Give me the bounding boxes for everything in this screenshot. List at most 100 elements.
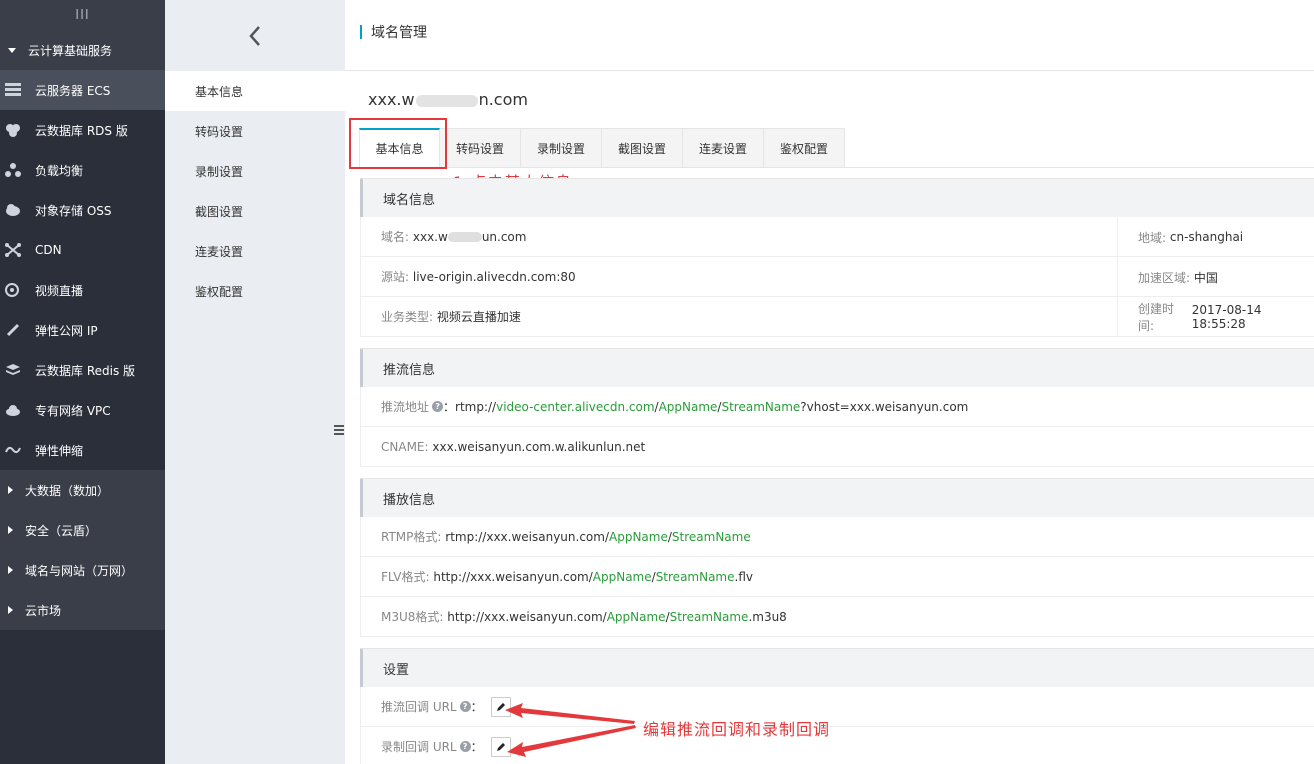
- flv-label: FLV格式:: [381, 570, 430, 584]
- page-header: 域名管理: [345, 0, 1314, 71]
- sidebar-item-cdn[interactable]: CDN: [0, 230, 165, 270]
- sidebar-item-label: 对象存储 OSS: [35, 203, 112, 218]
- m3u8-prefix: http://xxx.weisanyun.com/: [447, 609, 607, 624]
- sidebar-group-label: 大数据（数加）: [25, 483, 110, 498]
- sidebar-group-label: 域名与网站（万网）: [25, 563, 134, 578]
- rtmp-label: RTMP格式:: [381, 530, 442, 544]
- cname-label: CNAME:: [381, 439, 429, 454]
- sidebar-group-market[interactable]: 云市场: [0, 590, 165, 630]
- biz-type-value: 视频云直播加速: [436, 310, 521, 324]
- sidebar-item-label: 弹性伸缩: [35, 443, 84, 458]
- sidebar-item-slb[interactable]: 负载均衡: [0, 150, 165, 190]
- subnav-item-record[interactable]: 录制设置: [165, 151, 345, 191]
- subnav-item-snapshot[interactable]: 截图设置: [165, 191, 345, 231]
- sidebar-item-label: 云数据库 RDS 版: [35, 123, 128, 138]
- caret-right-icon: [8, 566, 13, 574]
- info-row: 源站: live-origin.alivecdn.com:80 加速区域: 中国: [360, 257, 1314, 297]
- tab-snapshot[interactable]: 截图设置: [602, 128, 683, 168]
- network-icon: [4, 242, 22, 258]
- edit-push-callback-button[interactable]: [490, 696, 511, 717]
- sidebar-item-ess[interactable]: 弹性伸缩: [0, 430, 165, 470]
- sidebar-group-security[interactable]: 安全（云盾）: [0, 510, 165, 550]
- play-info-panel: 播放信息 RTMP格式: rtmp://xxx.weisanyun.com/Ap…: [360, 478, 1314, 637]
- m3u8-stream-name: StreamName: [669, 609, 749, 624]
- sidebar-group-label: 云市场: [25, 603, 62, 618]
- sidebar-group-cloud-basic[interactable]: 云计算基础服务: [0, 30, 165, 70]
- sidebar-item-label: 弹性公网 IP: [35, 323, 98, 338]
- info-row: CNAME: xxx.weisanyun.com.w.alikunlun.net: [360, 427, 1314, 467]
- info-row: 推流地址? ：rtmp://video-center.alivecdn.com / A…: [360, 387, 1314, 427]
- push-info-panel: 推流信息 推流地址? ：rtmp://video-center.alivecdn.…: [360, 348, 1314, 467]
- sidebar-items: 云服务器 ECS 云数据库 RDS 版 负载均衡 对象存储 OSS CDN 视频…: [0, 70, 165, 470]
- cloud-icon: [4, 202, 22, 218]
- domain-label: 域名:: [381, 230, 410, 244]
- sidebar-item-label: 负载均衡: [35, 163, 84, 178]
- back-button[interactable]: [165, 0, 345, 71]
- page-title: 域名管理: [371, 25, 427, 41]
- domain-info-panel: 域名信息 域名: xxx.w un.com 地域: cn-shanghai 源站:…: [360, 178, 1314, 337]
- help-icon[interactable]: ?: [459, 741, 471, 752]
- annotation-step-2: 编辑推流回调和录制回调: [643, 720, 831, 739]
- sidebar-item-vpc[interactable]: 专有网络 VPC: [0, 390, 165, 430]
- settings-row: 推流回调 URL?：: [360, 687, 1314, 727]
- tab-record[interactable]: 录制设置: [521, 128, 602, 168]
- sidebar-item-label: 云服务器 ECS: [35, 83, 111, 98]
- rtmp-app-name: AppName: [609, 529, 668, 544]
- created-value: 2017-08-14 18:55:28: [1191, 303, 1262, 331]
- panel-heading: 推流信息: [360, 349, 1314, 387]
- tab-auth[interactable]: 鉴权配置: [764, 128, 845, 168]
- m3u8-ext: .m3u8: [748, 609, 787, 624]
- sidebar-item-oss[interactable]: 对象存储 OSS: [0, 190, 165, 230]
- tab-transcode[interactable]: 转码设置: [440, 128, 521, 168]
- tab-mic[interactable]: 连麦设置: [683, 128, 764, 168]
- created-cell: 创建时间: 2017-08-14 18:55:28: [1117, 297, 1314, 337]
- info-row: M3U8格式: http://xxx.weisanyun.com/AppName…: [360, 597, 1314, 637]
- push-stream-name: StreamName: [721, 399, 801, 414]
- help-icon[interactable]: ?: [432, 401, 444, 412]
- push-callback-label: 推流回调 URL: [381, 700, 457, 714]
- subnav-collapse-handle[interactable]: [332, 410, 346, 450]
- sidebar-item-redis[interactable]: 云数据库 Redis 版: [0, 350, 165, 390]
- database-icon: [4, 122, 22, 138]
- edit-record-callback-button[interactable]: [490, 736, 511, 757]
- main-sidebar: III 云计算基础服务 云服务器 ECS 云数据库 RDS 版 负载均衡 对象存…: [0, 0, 165, 764]
- subnav-item-basic-info[interactable]: 基本信息: [165, 71, 345, 111]
- created-label: 创建时间:: [1138, 302, 1175, 333]
- info-row: FLV格式: http://xxx.weisanyun.com/AppName /…: [360, 557, 1314, 597]
- sidebar-item-rds[interactable]: 云数据库 RDS 版: [0, 110, 165, 150]
- sidebar-item-eip[interactable]: 弹性公网 IP: [0, 310, 165, 350]
- region-cell: 地域: cn-shanghai: [1117, 217, 1243, 257]
- sidebar-item-live[interactable]: 视频直播: [0, 270, 165, 310]
- link-icon: [4, 322, 22, 338]
- sidebar-item-ecs[interactable]: 云服务器 ECS: [0, 70, 165, 110]
- annotation-highlight-box: [349, 118, 447, 169]
- sidebar-item-label: 专有网络 VPC: [35, 403, 111, 418]
- panel-heading: 播放信息: [360, 479, 1314, 517]
- colon: ：: [470, 740, 483, 754]
- flv-stream-name: StreamName: [655, 569, 735, 584]
- balance-icon: [4, 162, 22, 178]
- vpc-icon: [4, 402, 22, 418]
- subnav-item-auth[interactable]: 鉴权配置: [165, 271, 345, 311]
- sidebar-item-label: 视频直播: [35, 283, 84, 298]
- grip-icon: III: [75, 7, 90, 23]
- sidebar-collapse-toggle[interactable]: III: [0, 0, 165, 30]
- accel-value: 中国: [1193, 270, 1218, 285]
- subnav-item-mic[interactable]: 连麦设置: [165, 231, 345, 271]
- sidebar-group-label: 安全（云盾）: [25, 523, 98, 538]
- sidebar-group-bigdata[interactable]: 大数据（数加）: [0, 470, 165, 510]
- help-icon[interactable]: ?: [459, 701, 471, 712]
- sidebar-item-label: CDN: [35, 243, 62, 257]
- redacted-blur: [447, 231, 482, 242]
- domain-title-suffix: n.com: [478, 90, 528, 109]
- chevron-left-icon: [249, 25, 260, 46]
- colon: ：: [470, 700, 483, 714]
- push-query: ?vhost=xxx.weisanyun.com: [800, 399, 969, 414]
- settings-panel: 设置 推流回调 URL?： 录制回调 URL?：: [360, 648, 1314, 764]
- info-row: 域名: xxx.w un.com 地域: cn-shanghai: [360, 217, 1314, 257]
- sidebar-group-domain[interactable]: 域名与网站（万网）: [0, 550, 165, 590]
- secondary-nav: 基本信息 转码设置 录制设置 截图设置 连麦设置 鉴权配置: [165, 0, 346, 764]
- flv-prefix: http://xxx.weisanyun.com/: [433, 569, 593, 584]
- pencil-icon: [496, 742, 505, 751]
- subnav-item-transcode[interactable]: 转码设置: [165, 111, 345, 151]
